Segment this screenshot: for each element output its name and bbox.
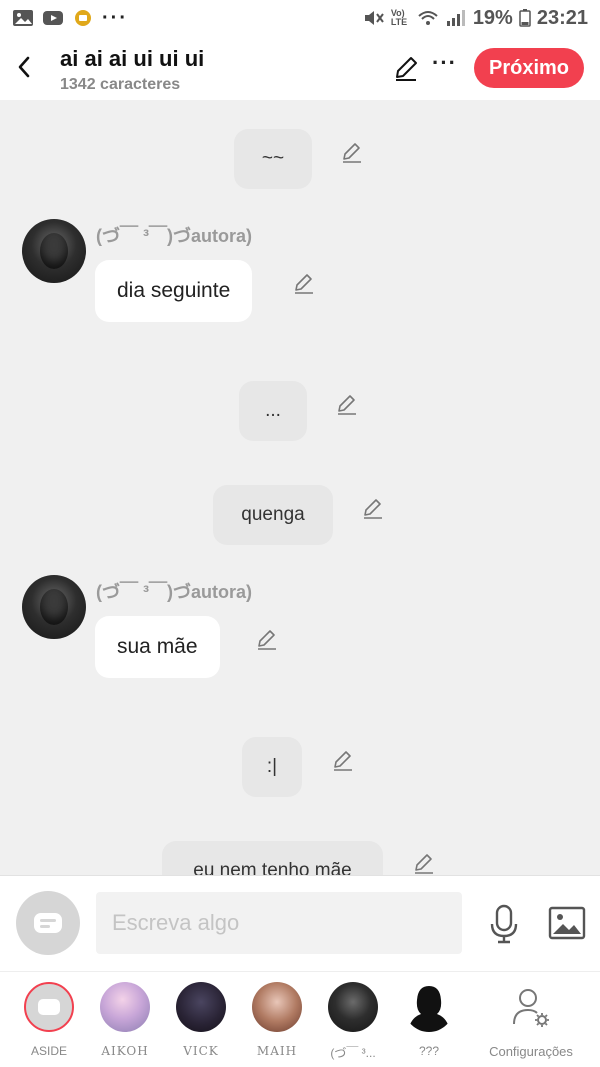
character-vick[interactable]: VICK bbox=[163, 982, 239, 1064]
vick-avatar bbox=[176, 982, 226, 1032]
character-maih[interactable]: MAIH bbox=[239, 982, 315, 1064]
app-notification-icon bbox=[75, 10, 91, 26]
aikoh-avatar bbox=[100, 982, 150, 1032]
character-message-bubble[interactable]: dia seguinte bbox=[95, 260, 253, 322]
more-options-icon[interactable]: ··· bbox=[432, 50, 457, 76]
character-aside[interactable]: ASIDE bbox=[11, 982, 87, 1064]
image-icon[interactable] bbox=[548, 906, 586, 940]
character-autora[interactable]: (づ￣ ³... bbox=[315, 982, 391, 1064]
story-header: ai ai ai ui ui ui 1342 caracteres ··· Pr… bbox=[0, 36, 600, 100]
microphone-icon[interactable] bbox=[488, 904, 520, 944]
character-label: MAIH bbox=[256, 1044, 298, 1058]
sender-name: (づ￣ ³￣)づautora) bbox=[96, 226, 252, 246]
status-bar: ··· Vo) LTE 19% 23:21 bbox=[0, 0, 600, 36]
edit-title-pencil-icon[interactable] bbox=[392, 54, 420, 82]
character-avatar[interactable] bbox=[22, 219, 86, 283]
narration-bubble[interactable]: ... bbox=[239, 381, 307, 441]
clock: 23:21 bbox=[536, 6, 588, 29]
battery-icon bbox=[519, 9, 531, 27]
story-title: ai ai ai ui ui ui bbox=[60, 46, 205, 71]
gallery-notification-icon bbox=[13, 10, 33, 26]
next-button[interactable]: Próximo bbox=[474, 48, 584, 88]
chat-area: ~~ (づ￣ ³￣)づautora) dia seguinte ... quen… bbox=[0, 100, 600, 875]
edit-message-pencil-icon[interactable] bbox=[412, 851, 436, 875]
edit-message-pencil-icon[interactable] bbox=[331, 748, 355, 772]
character-avatar[interactable] bbox=[22, 575, 86, 639]
character-label: (づ￣ ³... bbox=[330, 1046, 376, 1060]
character-message-bubble[interactable]: sua mãe bbox=[95, 616, 220, 678]
edit-message-pencil-icon[interactable] bbox=[361, 496, 385, 520]
narration-bubble[interactable]: :| bbox=[242, 737, 302, 797]
settings-label: Configurações bbox=[489, 1044, 573, 1059]
narration-chat-icon bbox=[34, 913, 62, 933]
signal-icon bbox=[446, 10, 465, 26]
character-unknown[interactable]: ??? bbox=[391, 982, 467, 1064]
character-label: AIKOH bbox=[101, 1044, 149, 1058]
edit-message-pencil-icon[interactable] bbox=[255, 627, 279, 651]
user-settings-icon bbox=[513, 989, 549, 1027]
aside-avatar bbox=[24, 982, 74, 1032]
character-label: ??? bbox=[418, 1044, 440, 1058]
character-bar: ASIDE AIKOH VICK MAIH (づ￣ ³... ??? Confi… bbox=[0, 971, 600, 1067]
character-label: ASIDE bbox=[30, 1044, 67, 1058]
edit-message-pencil-icon[interactable] bbox=[340, 140, 364, 164]
message-input[interactable] bbox=[96, 892, 462, 954]
silhouette-avatar bbox=[408, 986, 450, 1032]
edit-message-pencil-icon[interactable] bbox=[335, 392, 359, 416]
mute-icon bbox=[364, 11, 384, 25]
more-notifications-icon: ··· bbox=[102, 6, 128, 29]
narration-bubble[interactable]: ~~ bbox=[234, 129, 312, 189]
narration-bubble[interactable]: quenga bbox=[213, 485, 333, 545]
volte-label: Vo) LTE bbox=[390, 8, 408, 27]
wifi-icon bbox=[418, 11, 438, 25]
back-chevron-icon[interactable] bbox=[12, 50, 36, 84]
battery-percent: 19% bbox=[472, 6, 513, 29]
sender-name: (づ￣ ³￣)づautora) bbox=[96, 582, 252, 602]
narration-bubble[interactable]: eu nem tenho mãe bbox=[162, 841, 383, 875]
message-composer bbox=[0, 875, 600, 971]
character-aikoh[interactable]: AIKOH bbox=[87, 982, 163, 1064]
character-label: VICK bbox=[183, 1044, 219, 1058]
character-count: 1342 caracteres bbox=[60, 76, 181, 93]
narration-chat-icon bbox=[38, 999, 60, 1015]
settings-item[interactable]: Configurações bbox=[483, 982, 579, 1064]
youtube-notification-icon bbox=[43, 11, 63, 25]
selected-character-button[interactable] bbox=[16, 891, 80, 955]
edit-message-pencil-icon[interactable] bbox=[292, 271, 316, 295]
maih-avatar bbox=[252, 982, 302, 1032]
autora-avatar bbox=[328, 982, 378, 1032]
